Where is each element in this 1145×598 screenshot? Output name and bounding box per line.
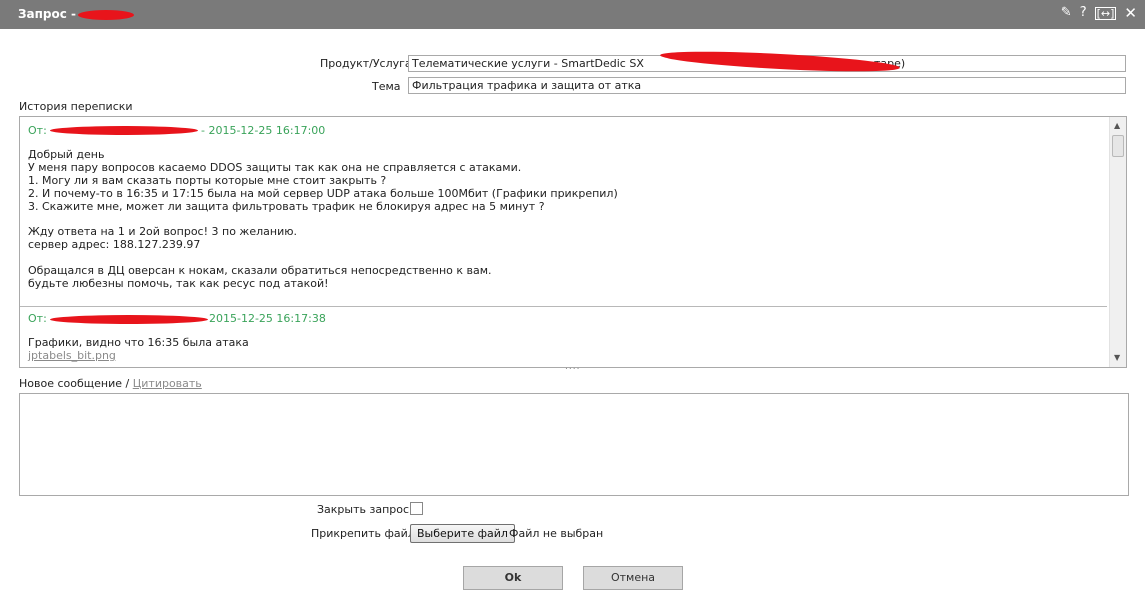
topic-field[interactable]: Фильтрация трафика и защита от атка: [408, 77, 1126, 94]
attachment-link[interactable]: jptabels_bit.png: [28, 349, 1108, 363]
new-message-label: Новое сообщение / Цитировать: [19, 377, 202, 390]
message-separator: [20, 306, 1107, 307]
close-icon[interactable]: ✕: [1124, 5, 1137, 21]
history-content: От: - 2015-12-25 16:17:00 Добрый день У …: [28, 124, 1108, 291]
no-file-text: Файл не выбран: [509, 527, 604, 540]
message-line: Добрый день: [28, 148, 105, 161]
attach-file-label: Прикрепить файл: [311, 527, 415, 540]
help-icon[interactable]: ?: [1080, 5, 1087, 21]
close-request-label: Закрыть запрос: [317, 503, 410, 516]
close-request-checkbox[interactable]: [410, 502, 423, 515]
choose-file-button[interactable]: Выберите файл: [410, 524, 515, 543]
topic-value: Фильтрация трафика и защита от атка: [412, 79, 642, 92]
message-datetime: - 2015-12-25 16:17:00: [201, 124, 326, 137]
product-value: Телематические услуги - SmartDedic SX: [412, 57, 644, 70]
message-line: 2. И почему-то в 16:35 и 17:15 была на м…: [28, 186, 618, 200]
resize-grip[interactable]: ....: [565, 362, 580, 372]
scroll-up-icon[interactable]: ▲: [1114, 121, 1120, 130]
history-panel[interactable]: От: - 2015-12-25 16:17:00 Добрый день У …: [19, 116, 1127, 368]
history-scrollbar[interactable]: ▲ ▼: [1109, 117, 1126, 367]
topic-label: Тема: [372, 80, 401, 93]
new-message-textarea[interactable]: [19, 393, 1129, 496]
ok-button[interactable]: Ok: [463, 566, 563, 590]
window-titlebar: Запрос - ✎ ? [↔] ✕: [0, 0, 1145, 29]
redaction-mark: [50, 126, 198, 135]
history-label: История переписки: [19, 100, 133, 113]
redaction-mark: [78, 10, 134, 20]
message-line: 3. Скажите мне, может ли защита фильтров…: [28, 199, 545, 213]
message-line: Графики, видно что 16:35 была атака: [28, 336, 249, 349]
scrollbar-thumb[interactable]: [1112, 135, 1124, 157]
pin-icon[interactable]: ✎: [1061, 5, 1072, 21]
cancel-button[interactable]: Отмена: [583, 566, 683, 590]
message-datetime: 2015-12-25 16:17:38: [209, 312, 326, 325]
message-line: 1. Могу ли я вам сказать порты которые м…: [28, 173, 387, 187]
window-controls: ✎ ? [↔] ✕: [1061, 5, 1137, 21]
cite-link[interactable]: Цитировать: [133, 377, 202, 390]
message-body: Добрый день У меня пару вопросов касаемо…: [28, 148, 1108, 291]
window-title: Запрос -: [18, 7, 77, 21]
message-from: От:: [28, 124, 47, 137]
maximize-icon[interactable]: [↔]: [1094, 6, 1117, 20]
message-from: От:: [28, 312, 47, 325]
scroll-down-icon[interactable]: ▼: [1114, 353, 1120, 362]
history-content-2: От: 2015-12-25 16:17:38 Графики, видно ч…: [28, 312, 1108, 363]
redaction-mark: [50, 315, 208, 324]
message-body: Графики, видно что 16:35 была атака jpta…: [28, 336, 1108, 363]
new-message-label-text: Новое сообщение /: [19, 377, 130, 390]
product-label: Продукт/Услуга: [320, 57, 412, 70]
message-line: сервер адрес: 188.127.239.97: [28, 238, 201, 252]
message-line: У меня пару вопросов касаемо DDOS защиты…: [28, 160, 522, 174]
message-line: будьте любезны помочь, так как ресус под…: [28, 277, 329, 291]
